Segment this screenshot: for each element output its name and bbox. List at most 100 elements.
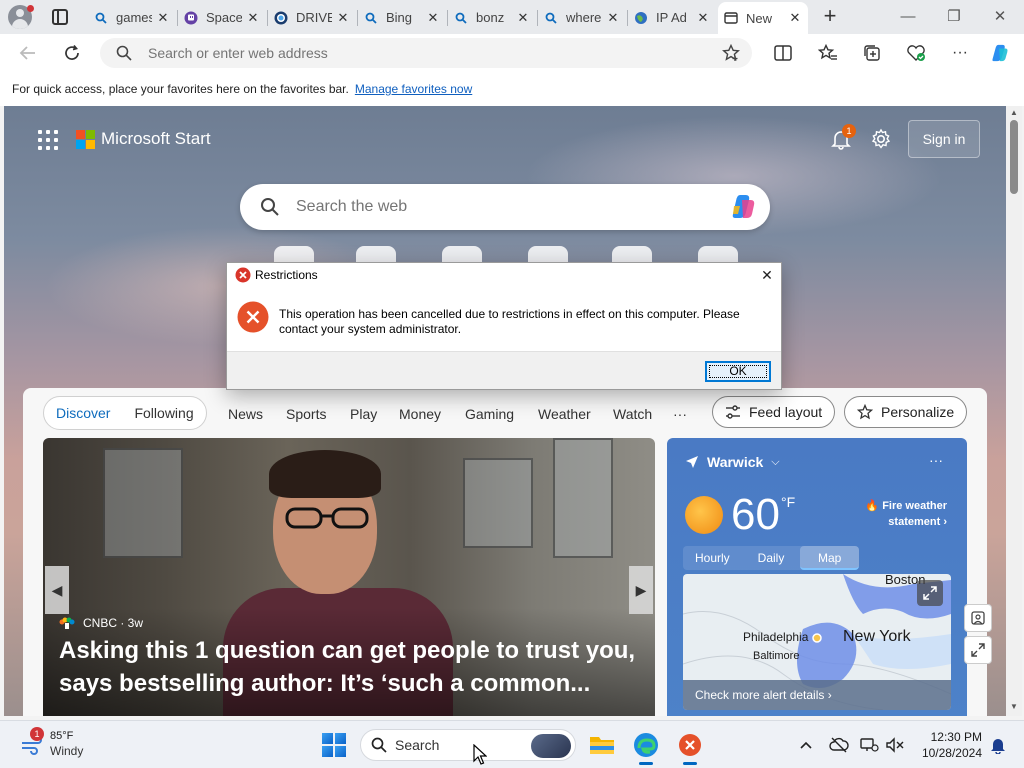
nav-sports[interactable]: Sports bbox=[286, 406, 326, 422]
weather-temperature: 60 bbox=[731, 490, 780, 539]
close-icon[interactable]: ✕ bbox=[516, 10, 530, 26]
close-icon[interactable]: ✕ bbox=[606, 10, 620, 26]
web-search-box[interactable] bbox=[240, 184, 770, 230]
carousel-prev-button[interactable]: ◀ bbox=[45, 566, 69, 614]
weather-card[interactable]: Warwick ⌵ ··· 60 °F 🔥 Fire weather state… bbox=[667, 438, 967, 716]
refresh-icon[interactable] bbox=[62, 43, 82, 63]
volume-muted-icon[interactable] bbox=[884, 735, 906, 755]
settings-gear-icon[interactable] bbox=[870, 128, 892, 153]
nav-news[interactable]: News bbox=[228, 406, 263, 422]
microsoft-logo-icon bbox=[76, 130, 95, 149]
split-screen-icon[interactable] bbox=[773, 43, 793, 63]
tab-bing[interactable]: Bing ✕ bbox=[358, 4, 446, 31]
taskbar-search-box[interactable]: Search bbox=[360, 729, 576, 761]
search-icon bbox=[544, 11, 558, 25]
tab-following[interactable]: Following bbox=[122, 405, 205, 421]
article-source-label: CNBC · 3w bbox=[83, 616, 144, 630]
feedback-icon[interactable] bbox=[964, 604, 992, 632]
article-headline[interactable]: Asking this 1 question can get people to… bbox=[59, 634, 639, 700]
map-label-philadelphia: Philadelphia bbox=[743, 630, 809, 644]
notification-bell-icon[interactable] bbox=[988, 735, 1008, 755]
close-icon[interactable]: ✕ bbox=[246, 10, 260, 26]
apps-launcher-icon[interactable] bbox=[38, 130, 58, 150]
ok-button[interactable]: OK bbox=[705, 361, 771, 382]
scrollbar-thumb[interactable] bbox=[1010, 120, 1018, 194]
tab-daily[interactable]: Daily bbox=[742, 546, 801, 570]
cloud-offline-icon[interactable] bbox=[828, 735, 850, 755]
file-explorer-icon[interactable] bbox=[586, 729, 618, 761]
mouse-cursor-icon bbox=[473, 744, 487, 765]
close-icon[interactable]: ✕ bbox=[156, 10, 170, 26]
nav-watch[interactable]: Watch bbox=[613, 406, 652, 422]
tab-new-tab[interactable]: New ✕ bbox=[718, 2, 808, 34]
new-tab-button[interactable]: + bbox=[819, 5, 841, 28]
tab-bonz[interactable]: bonz ✕ bbox=[448, 4, 536, 31]
window-close-icon[interactable]: ✕ bbox=[990, 8, 1010, 26]
minimize-icon[interactable]: — bbox=[898, 8, 918, 26]
brand-title[interactable]: Microsoft Start bbox=[101, 129, 211, 149]
restrictions-dialog: Restrictions ✕ This operation has been c… bbox=[226, 262, 782, 390]
tab-discover[interactable]: Discover bbox=[44, 405, 122, 421]
chevron-up-icon[interactable] bbox=[796, 735, 816, 755]
tab-space[interactable]: Space ✕ bbox=[178, 4, 266, 31]
copilot-icon[interactable] bbox=[728, 192, 758, 222]
weather-alert[interactable]: 🔥 Fire weather statement › bbox=[837, 498, 947, 530]
weather-unit[interactable]: °F bbox=[781, 494, 795, 510]
restore-icon[interactable]: ❐ bbox=[944, 8, 964, 26]
error-icon bbox=[235, 267, 251, 283]
collections-icon[interactable] bbox=[862, 43, 882, 63]
nav-money[interactable]: Money bbox=[399, 406, 441, 422]
display-settings-icon[interactable] bbox=[858, 735, 880, 755]
alert-details-link[interactable]: Check more alert details › bbox=[683, 680, 951, 710]
taskbar-weather-widget[interactable]: 1 85°F Windy bbox=[20, 727, 83, 759]
tab-games[interactable]: games ✕ bbox=[88, 4, 176, 31]
tab-ip-address[interactable]: IP Ad ✕ bbox=[628, 4, 716, 31]
article-source: CNBC · 3w bbox=[59, 616, 143, 630]
map-label-new-york: New York bbox=[843, 628, 911, 645]
weather-location[interactable]: Warwick ⌵ bbox=[685, 454, 780, 470]
weather-alert-map[interactable]: Boston Philadelphia New York Baltimore C… bbox=[683, 574, 951, 710]
tab-actions-icon[interactable] bbox=[52, 9, 68, 25]
expand-map-icon[interactable] bbox=[917, 580, 943, 606]
close-icon[interactable]: ✕ bbox=[336, 10, 350, 26]
system-clock[interactable]: 12:30 PM 10/28/2024 bbox=[918, 729, 982, 761]
tab-map[interactable]: Map bbox=[800, 546, 860, 570]
taskbar-search-label: Search bbox=[395, 737, 440, 753]
fullscreen-expand-icon[interactable] bbox=[964, 636, 992, 664]
carousel-next-button[interactable]: ▶ bbox=[629, 566, 653, 614]
browser-essentials-icon[interactable] bbox=[906, 43, 926, 63]
scroll-down-icon[interactable]: ▼ bbox=[1009, 702, 1019, 711]
web-search-input[interactable] bbox=[296, 198, 716, 216]
nav-more[interactable]: ··· bbox=[673, 406, 687, 422]
copilot-icon[interactable] bbox=[990, 43, 1010, 63]
close-icon[interactable]: ✕ bbox=[696, 10, 710, 26]
nav-gaming[interactable]: Gaming bbox=[465, 406, 514, 422]
manage-favorites-link[interactable]: Manage favorites now bbox=[355, 82, 472, 96]
favorites-icon[interactable] bbox=[818, 43, 838, 63]
favorite-star-icon[interactable] bbox=[721, 43, 741, 63]
tab-drive[interactable]: DRIVE ✕ bbox=[268, 4, 356, 31]
weather-more-options[interactable]: ··· bbox=[929, 452, 943, 468]
alert-details-label: Check more alert details bbox=[695, 688, 825, 702]
edge-browser-icon[interactable] bbox=[630, 729, 662, 765]
close-icon[interactable]: ✕ bbox=[426, 10, 440, 26]
address-bar[interactable] bbox=[100, 38, 752, 68]
tab-hourly[interactable]: Hourly bbox=[683, 546, 742, 570]
nav-play[interactable]: Play bbox=[350, 406, 377, 422]
restrictions-app-icon[interactable] bbox=[674, 729, 706, 765]
dialog-close-icon[interactable]: ✕ bbox=[759, 267, 775, 283]
feed-layout-button[interactable]: Feed layout bbox=[712, 396, 836, 428]
nav-weather[interactable]: Weather bbox=[538, 406, 591, 422]
navigation-bar: ··· bbox=[0, 34, 1024, 72]
close-icon[interactable]: ✕ bbox=[788, 10, 802, 26]
back-arrow-icon[interactable] bbox=[18, 43, 38, 63]
start-button[interactable] bbox=[322, 733, 346, 757]
page-scrollbar[interactable]: ▲ ▼ bbox=[1006, 106, 1022, 716]
more-options-icon[interactable]: ··· bbox=[950, 43, 970, 63]
scroll-up-icon[interactable]: ▲ bbox=[1009, 108, 1019, 117]
tab-where[interactable]: where ✕ bbox=[538, 4, 626, 31]
address-input[interactable] bbox=[148, 45, 708, 61]
sign-in-button[interactable]: Sign in bbox=[908, 120, 980, 158]
personalize-button[interactable]: Personalize bbox=[844, 396, 968, 428]
hero-article-card[interactable]: ◀ ▶ CNBC · 3w Asking this 1 question can… bbox=[43, 438, 655, 716]
